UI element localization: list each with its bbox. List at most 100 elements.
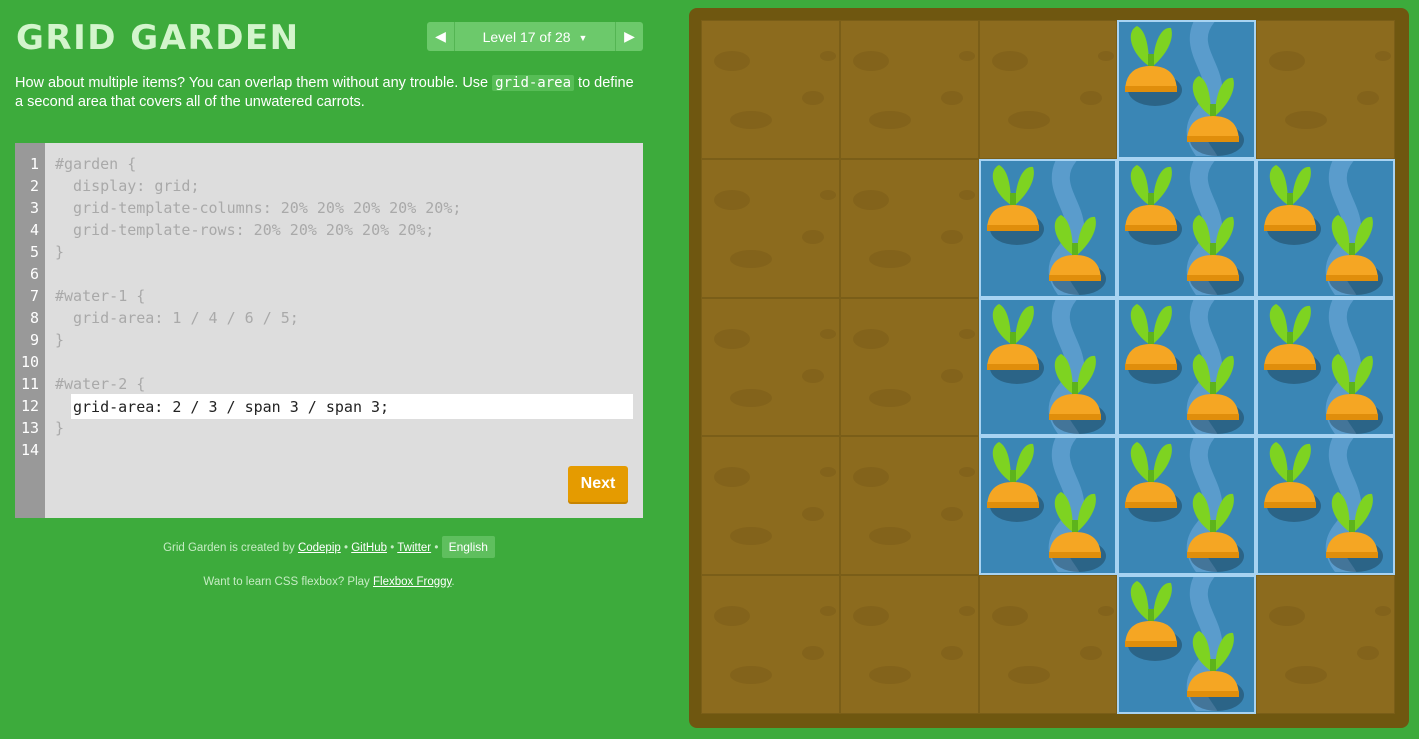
dirt-texture bbox=[958, 51, 975, 61]
dirt-plot bbox=[839, 158, 979, 298]
level-label: Level 17 of 28 bbox=[482, 28, 571, 45]
carrot-icon bbox=[986, 442, 1044, 523]
code-text: } bbox=[55, 419, 65, 437]
dirt-texture bbox=[714, 189, 750, 210]
code-line: 9} bbox=[15, 329, 635, 351]
carrot-icon bbox=[1125, 442, 1183, 523]
carrot-icon bbox=[1125, 581, 1183, 662]
dirt-texture bbox=[958, 606, 975, 617]
credits-prefix: Grid Garden is created by bbox=[163, 542, 295, 554]
dirt-texture bbox=[1375, 51, 1392, 61]
dirt-texture bbox=[820, 467, 836, 478]
dirt-texture bbox=[1357, 91, 1380, 105]
carrot-icon bbox=[986, 164, 1044, 245]
dirt-texture bbox=[868, 111, 911, 129]
carrot-icon bbox=[1264, 303, 1322, 384]
codepip-link[interactable]: Codepip bbox=[298, 542, 341, 554]
water-plot-art bbox=[986, 160, 1106, 295]
code-line: 5} bbox=[15, 241, 635, 263]
triangle-left-icon: ◀ bbox=[435, 28, 446, 44]
dirt-plot bbox=[839, 20, 979, 159]
dirt-texture bbox=[868, 666, 911, 685]
carrot-icon bbox=[1125, 26, 1183, 106]
code-line: 7 #water-1 { bbox=[15, 285, 635, 307]
dirt-texture bbox=[852, 189, 889, 210]
water-plot bbox=[1117, 20, 1257, 159]
github-link[interactable]: GitHub bbox=[351, 542, 387, 554]
dirt-texture bbox=[802, 91, 824, 105]
dirt-texture bbox=[1285, 111, 1328, 129]
dirt-plot bbox=[701, 575, 840, 714]
dirt-texture bbox=[802, 507, 824, 522]
dirt-texture bbox=[730, 388, 772, 407]
dirt-texture bbox=[940, 507, 963, 522]
water-plot-art bbox=[1264, 160, 1384, 295]
water-plot-art bbox=[986, 438, 1106, 573]
flexbox-froggy-link[interactable]: Flexbox Froggy bbox=[373, 576, 451, 588]
line-number: 12 bbox=[20, 397, 39, 415]
next-level-button[interactable]: ▶ bbox=[615, 22, 643, 51]
dirt-texture bbox=[1357, 646, 1380, 661]
water-plot-art bbox=[986, 299, 1106, 434]
carrot-icon bbox=[1125, 164, 1183, 245]
code-line: 1 #garden { bbox=[15, 153, 635, 175]
dirt-texture bbox=[852, 51, 889, 71]
garden-board bbox=[689, 8, 1409, 728]
dirt-plot bbox=[701, 20, 840, 159]
line-number: 10 bbox=[20, 353, 39, 371]
level-selector[interactable]: Level 17 of 28 ▼ bbox=[455, 29, 615, 45]
dirt-texture bbox=[1007, 111, 1050, 129]
dirt-texture bbox=[820, 328, 836, 339]
dirt-texture bbox=[1375, 606, 1392, 617]
dirt-texture bbox=[730, 111, 772, 129]
dirt-texture bbox=[1007, 666, 1050, 685]
dirt-plot bbox=[701, 436, 840, 576]
dirt-texture bbox=[868, 249, 911, 268]
dirt-texture bbox=[730, 249, 772, 268]
dirt-texture bbox=[1269, 606, 1306, 627]
dirt-texture bbox=[958, 189, 975, 200]
dirt-texture bbox=[1097, 606, 1114, 617]
line-number: 1 bbox=[29, 155, 39, 173]
dirt-texture bbox=[1079, 91, 1102, 105]
water-plot bbox=[1256, 158, 1395, 298]
dirt-plot bbox=[839, 297, 979, 437]
dirt-texture bbox=[868, 527, 911, 546]
carrot-icon bbox=[1264, 164, 1322, 245]
code-text: grid-template-rows: 20% 20% 20% 20% 20%; bbox=[55, 221, 435, 239]
water-plot-art bbox=[1125, 299, 1245, 434]
code-text: display: grid; bbox=[55, 177, 200, 195]
dirt-texture bbox=[958, 328, 975, 339]
css-input[interactable] bbox=[71, 394, 633, 419]
code-line: 13} bbox=[15, 417, 635, 439]
dirt-texture bbox=[802, 368, 824, 383]
dirt-texture bbox=[820, 51, 836, 61]
water-plot-art bbox=[1125, 22, 1245, 156]
dirt-texture bbox=[714, 328, 750, 349]
carrot-icon bbox=[986, 303, 1044, 384]
water-plot bbox=[1117, 575, 1257, 714]
water-plot bbox=[1256, 436, 1395, 576]
code-line: 10 bbox=[15, 351, 635, 373]
line-number: 13 bbox=[20, 419, 39, 437]
dirt-texture bbox=[730, 527, 772, 546]
dirt-plot bbox=[978, 575, 1118, 714]
water-plot-art bbox=[1264, 299, 1384, 434]
dirt-texture bbox=[991, 51, 1028, 71]
separator: • bbox=[390, 542, 395, 554]
twitter-link[interactable]: Twitter bbox=[397, 542, 431, 554]
code-text: #water-2 { bbox=[55, 375, 146, 393]
dirt-texture bbox=[820, 606, 836, 617]
previous-level-button[interactable]: ◀ bbox=[427, 22, 455, 51]
water-plot-art bbox=[1125, 438, 1245, 573]
dirt-plot bbox=[978, 20, 1118, 159]
water-plot bbox=[1256, 297, 1395, 437]
instructions-text-before: How about multiple items? You can overla… bbox=[15, 75, 493, 91]
dirt-plot bbox=[839, 436, 979, 576]
next-button[interactable]: Next bbox=[568, 466, 628, 502]
language-selector[interactable]: English bbox=[441, 536, 495, 558]
line-number: 14 bbox=[20, 441, 39, 459]
water-plot-art bbox=[1264, 438, 1384, 573]
dirt-texture bbox=[852, 606, 889, 627]
dirt-texture bbox=[1269, 51, 1306, 71]
